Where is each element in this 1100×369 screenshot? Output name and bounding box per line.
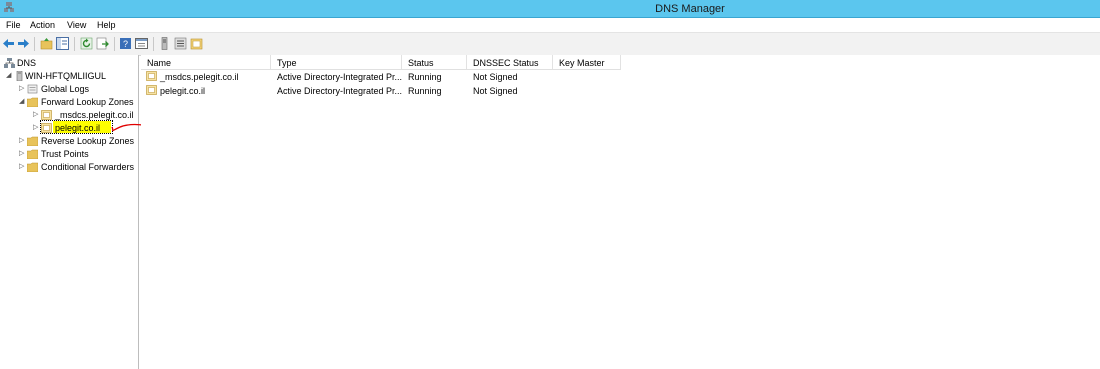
server-icon[interactable] [158, 37, 171, 50]
title-bar: DNS Manager [0, 0, 1100, 18]
back-icon[interactable] [2, 37, 15, 50]
expand-arrow-icon[interactable]: ▷ [19, 163, 25, 170]
zone-list-view: Name Type Status DNSSEC Status Key Maste… [141, 55, 1100, 369]
toolbar-separator [114, 37, 115, 51]
zone-icon [146, 85, 157, 95]
cell-status: Running [408, 86, 442, 96]
menu-view[interactable]: View [67, 20, 86, 30]
menu-action[interactable]: Action [30, 20, 55, 30]
up-folder-icon[interactable] [40, 37, 53, 50]
folder-icon [27, 97, 38, 107]
expand-arrow-icon[interactable]: ▷ [33, 111, 39, 118]
folder-icon [27, 149, 38, 159]
toolbar: ? [0, 32, 1100, 56]
tree-item-trust-points[interactable]: ▷ Trust Points [19, 148, 129, 161]
refresh-icon[interactable] [80, 37, 93, 50]
menu-file[interactable]: File [6, 20, 21, 30]
list-icon[interactable] [174, 37, 187, 50]
tree-item-conditional-forwarders[interactable]: ▷ Conditional Forwarders [19, 161, 137, 174]
zone-icon [41, 123, 52, 133]
cell-type: Active Directory-Integrated Pr... [277, 86, 403, 96]
new-zone-icon[interactable] [190, 37, 203, 50]
expand-arrow-icon[interactable]: ▷ [19, 150, 25, 157]
help-icon[interactable]: ? [119, 37, 132, 50]
forward-icon[interactable] [17, 37, 30, 50]
column-header-name[interactable]: Name [141, 55, 271, 69]
server-icon [16, 71, 23, 81]
logs-icon [27, 84, 38, 94]
table-row[interactable]: pelegit.co.il Active Directory-Integrate… [141, 85, 611, 98]
list-header: Name Type Status DNSSEC Status Key Maste… [141, 55, 621, 70]
tree-item-pelegit-zone[interactable]: ▷ pelegit.co.il [33, 122, 113, 135]
cell-name: pelegit.co.il [160, 86, 206, 96]
expand-arrow-icon[interactable]: ▷ [19, 137, 25, 144]
zone-icon [146, 71, 157, 81]
collapse-arrow-icon[interactable]: ◢ [19, 98, 25, 105]
expand-arrow-icon[interactable]: ▷ [19, 85, 25, 92]
table-row[interactable]: _msdcs.pelegit.co.il Active Directory-In… [141, 71, 611, 84]
zone-icon [41, 110, 52, 120]
properties-icon[interactable] [135, 37, 148, 50]
show-hide-tree-icon[interactable] [56, 37, 69, 50]
column-header-type[interactable]: Type [271, 55, 402, 69]
tree-item-server[interactable]: ◢ WIN-HFTQMLIIGUL [6, 70, 136, 83]
tree-item-global-logs[interactable]: ▷ Global Logs [19, 83, 129, 96]
console-tree: DNS ◢ WIN-HFTQMLIIGUL ▷ Global Logs ◢ Fo… [0, 55, 139, 369]
cell-dnssec-status: Not Signed [473, 72, 518, 82]
folder-icon [27, 136, 38, 146]
tree-item-label: pelegit.co.il [55, 123, 101, 133]
expand-arrow-icon[interactable]: ▷ [33, 124, 39, 131]
tree-item-label: Global Logs [41, 84, 90, 94]
cell-status: Running [408, 72, 442, 82]
svg-text:?: ? [123, 39, 128, 49]
tree-item-dns[interactable]: DNS [0, 57, 56, 70]
toolbar-separator [153, 37, 154, 51]
collapse-arrow-icon[interactable]: ◢ [6, 72, 12, 79]
tree-item-label: Trust Points [41, 149, 89, 159]
toolbar-separator [74, 37, 75, 51]
export-list-icon[interactable] [96, 37, 109, 50]
tree-item-label: WIN-HFTQMLIIGUL [25, 71, 106, 81]
menu-help[interactable]: Help [97, 20, 116, 30]
tree-item-label: Forward Lookup Zones [41, 97, 134, 107]
cell-name: _msdcs.pelegit.co.il [160, 72, 239, 82]
column-header-dnssec-status[interactable]: DNSSEC Status [467, 55, 553, 69]
column-header-status[interactable]: Status [402, 55, 467, 69]
dns-icon [4, 58, 15, 68]
cell-type: Active Directory-Integrated Pr... [277, 72, 403, 82]
tree-item-forward-lookup-zones[interactable]: ◢ Forward Lookup Zones [19, 96, 137, 109]
toolbar-separator [34, 37, 35, 51]
window-title: DNS Manager [655, 3, 725, 15]
tree-item-label: DNS [17, 58, 37, 68]
folder-icon [27, 162, 38, 172]
menu-bar: File Action View Help [0, 18, 1100, 32]
cell-dnssec-status: Not Signed [473, 86, 518, 96]
tree-item-label: Conditional Forwarders [41, 162, 135, 172]
column-header-key-master[interactable]: Key Master [553, 55, 621, 69]
